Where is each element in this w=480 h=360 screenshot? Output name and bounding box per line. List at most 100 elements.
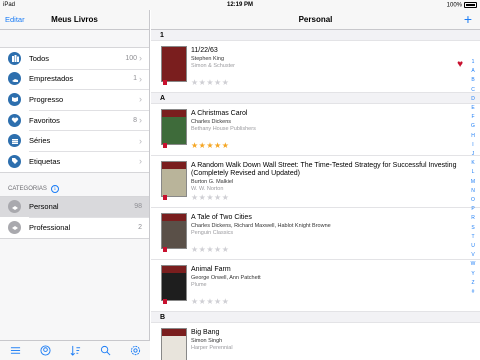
sidebar-item-label: Emprestados [29,74,74,84]
index-letter[interactable]: Y [469,270,477,279]
cover-band [162,329,186,336]
bookmark-icon [163,299,167,304]
index-letter[interactable]: J [469,150,477,159]
index-letter[interactable]: Z [469,279,477,288]
index-letter[interactable]: L [469,168,477,177]
edit-button[interactable]: Editar [5,15,25,24]
rating-stars[interactable]: ★★★★★ [191,193,229,202]
cover-band [162,214,186,221]
index-letter[interactable]: S [469,224,477,233]
index-letter[interactable]: R [469,214,477,223]
sidebar-item-favoritos[interactable]: Favoritos 8 › [0,109,149,131]
sidebar-item-séries[interactable]: Séries › [0,130,149,151]
index-letter[interactable]: M [469,178,477,187]
sidebar-item-todos[interactable]: Todos 100 › [0,48,149,69]
book-cover [161,265,187,304]
bookmark-icon [163,80,167,85]
book-info: Big Bang Simon Singh Harper Perennial [191,329,464,351]
chevron-right-icon: › [139,94,142,105]
cover-band [162,162,186,169]
section-index[interactable]: 1 A B C D E F G H I J K L M N O P R S T U V W Y Z # [469,58,477,297]
rating-stars[interactable]: ★★★★★ [191,245,229,254]
status-time: 12:19 PM [226,2,253,8]
bookmark-icon [163,247,167,252]
book-cover [161,161,187,200]
series-icon [8,134,21,148]
book-info: A Tale of Two Cities Charles Dickens, Ric… [191,214,464,236]
book-title: Animal Farm [191,266,231,273]
index-letter[interactable]: G [469,122,477,131]
index-letter[interactable]: V [469,251,477,260]
book-row[interactable]: A Tale of Two Cities Charles Dickens, Ric… [151,208,480,260]
person-icon[interactable] [39,345,51,357]
book-list: 1 11/22/63 Stephen King Simon & Schuster ★★★… [151,30,480,360]
book-row[interactable]: Animal Farm George Orwell, Ann Patchett Pl… [151,260,480,312]
rating-stars[interactable]: ★★★★★ [191,297,229,306]
category-personal[interactable]: Personal 98 [0,196,149,218]
index-letter[interactable]: W [469,260,477,269]
index-letter[interactable]: E [469,104,477,113]
battery-icon [464,1,477,8]
status-bar: iPad 12:19 PM 100% [0,0,480,10]
tag-icon [8,154,21,168]
index-letter[interactable]: F [469,113,477,122]
sidebar-toolbar [0,340,150,360]
index-letter[interactable]: 1 [469,58,477,67]
search-icon[interactable] [99,345,111,357]
book-row[interactable]: Big BangSimon SinghHarper Perennial★★★★★ [151,323,480,360]
book-publisher: Bethany House Publishers [191,125,256,132]
book-row[interactable]: 11/22/63 Stephen King Simon & Schuster ★★★★… [151,41,480,93]
sidebar-item-label: Séries [29,136,51,146]
sort-icon[interactable] [69,345,81,357]
add-book-button[interactable]: + [464,12,472,26]
book-row[interactable]: A Christmas Carol Charles Dickens Bethany … [151,104,480,156]
category-professional[interactable]: Professional 2 [0,217,149,238]
index-letter[interactable]: C [469,86,477,95]
sidebar-item-progresso[interactable]: Progresso › [0,89,149,110]
index-letter[interactable]: # [469,288,477,297]
books-icon [8,51,21,65]
page-title: Personal [298,15,333,24]
index-letter[interactable]: A [469,67,477,76]
book-row[interactable]: A Random Walk Down Wall Street: The Time… [151,156,480,208]
sidebar: Editar Meus Livros Todos 100 › Emprestados 1… [0,10,150,360]
book-title: A Christmas Carol [191,110,248,117]
categories-list: Personal 98 Professional 2 [0,195,149,239]
cover-band [162,266,186,273]
sidebar-item-emprestados[interactable]: Emprestados 1 › [0,68,149,90]
index-letter[interactable]: P [469,205,477,214]
index-letter[interactable]: H [469,132,477,141]
sidebar-item-etiquetas[interactable]: Etiquetas › [0,150,149,172]
sidebar-item-count: 100 [125,54,137,62]
heart-icon[interactable]: ♥ [457,59,463,70]
open-book-icon [8,92,21,106]
main-navbar: Personal + [151,10,480,30]
chevron-right-icon: › [139,135,142,146]
index-letter[interactable]: D [469,95,477,104]
book-cover [161,46,187,85]
index-letter[interactable]: N [469,187,477,196]
cover-band [162,110,186,117]
rating-stars[interactable]: ★★★★★ [191,78,229,87]
index-letter[interactable]: O [469,196,477,205]
sidebar-item-count: 8 [133,116,137,124]
index-letter[interactable]: B [469,76,477,85]
info-icon[interactable]: i [50,184,59,193]
list-icon[interactable] [9,345,21,357]
section-header: 1 [151,30,480,41]
chevron-right-icon: › [139,115,142,126]
index-letter[interactable]: U [469,242,477,251]
sidebar-navbar: Editar Meus Livros [0,10,149,30]
index-letter[interactable]: I [469,141,477,150]
rating-stars[interactable]: ★★★★★ [191,141,229,150]
index-letter[interactable]: T [469,233,477,242]
index-letter[interactable]: K [469,159,477,168]
book-title: A Tale of Two Cities [191,214,252,221]
settings-icon[interactable] [129,345,141,357]
book-publisher: Penguin Classics [191,229,234,236]
section-header: B [151,312,480,323]
heart-icon [8,113,21,127]
bookmark-icon [163,143,167,148]
book-info: 11/22/63 Stephen King Simon & Schuster [191,47,464,69]
book-title: 11/22/63 [191,47,218,54]
